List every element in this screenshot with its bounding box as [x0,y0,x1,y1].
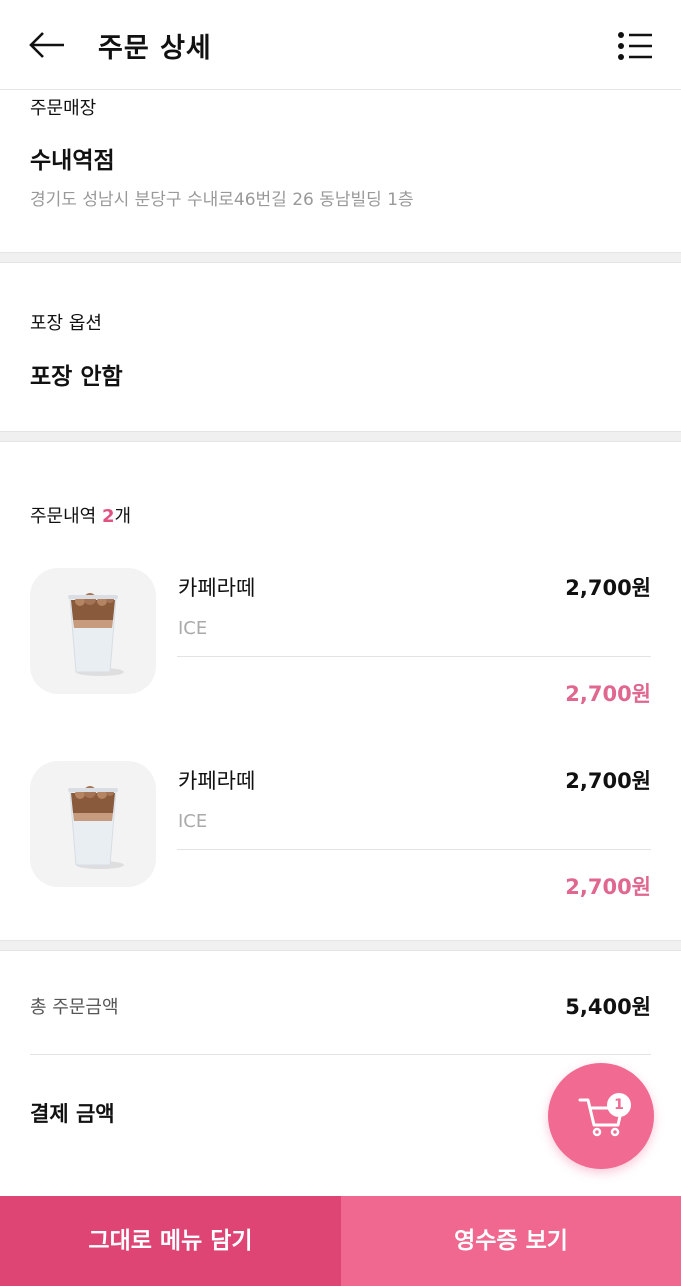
item-divider [177,849,651,850]
order-item[interactable]: 카페라떼 2,700원 ICE 2,700원 [0,568,681,718]
order-item[interactable]: 카페라떼 2,700원 ICE 2,700원 [0,761,681,911]
iced-latte-image [68,593,124,676]
item-option: ICE [178,618,208,639]
item-name: 카페라떼 [178,769,256,793]
product-image [30,761,156,887]
product-image [30,568,156,694]
item-price: 2,700원 [565,576,651,600]
list-icon[interactable] [616,30,654,62]
item-price: 2,700원 [565,769,651,793]
store-label: 주문매장 [30,98,97,119]
item-option: ICE [178,811,208,832]
packaging-value: 포장 안함 [30,364,123,390]
store-name: 수내역점 [30,148,115,174]
store-section: 주문매장 수내역점 경기도 성남시 분당구 수내로46번길 26 동남빌딩 1층 [0,91,681,252]
section-divider [0,252,681,263]
page-title: 주문 상세 [98,33,212,64]
arrow-left-icon[interactable] [28,30,66,60]
iced-latte-image [68,786,124,869]
view-receipt-button[interactable]: 영수증 보기 [341,1196,681,1286]
order-header: 주문내역 2개 [30,502,131,528]
payment-amount-label: 결제 금액 [30,1102,115,1126]
total-order-value: 5,400원 [565,995,651,1019]
order-count: 2 [101,506,115,527]
item-divider [177,656,651,657]
item-name: 카페라떼 [178,576,256,600]
order-section: 주문내역 2개 카페라떼 2,700원 ICE 2,700원 카페라떼 2,70… [0,442,681,940]
packaging-section: 포장 옵션 포장 안함 [0,263,681,431]
section-divider [0,431,681,442]
total-order-label: 총 주문금액 [30,997,119,1018]
app-header: 주문 상세 [0,0,681,90]
item-total: 2,700원 [565,682,651,706]
packaging-label: 포장 옵션 [30,313,102,334]
cart-count-badge: 1 [607,1093,631,1117]
cart-icon [578,1098,624,1137]
item-total: 2,700원 [565,875,651,899]
store-address: 경기도 성남시 분당구 수내로46번길 26 동남빌딩 1층 [30,190,414,210]
order-label: 주문내역 [30,506,97,527]
section-divider [0,940,681,951]
reorder-button[interactable]: 그대로 메뉴 담기 [0,1196,341,1286]
cart-button[interactable] [548,1063,654,1169]
order-count-suffix: 개 [114,506,132,527]
summary-divider [30,1054,651,1055]
